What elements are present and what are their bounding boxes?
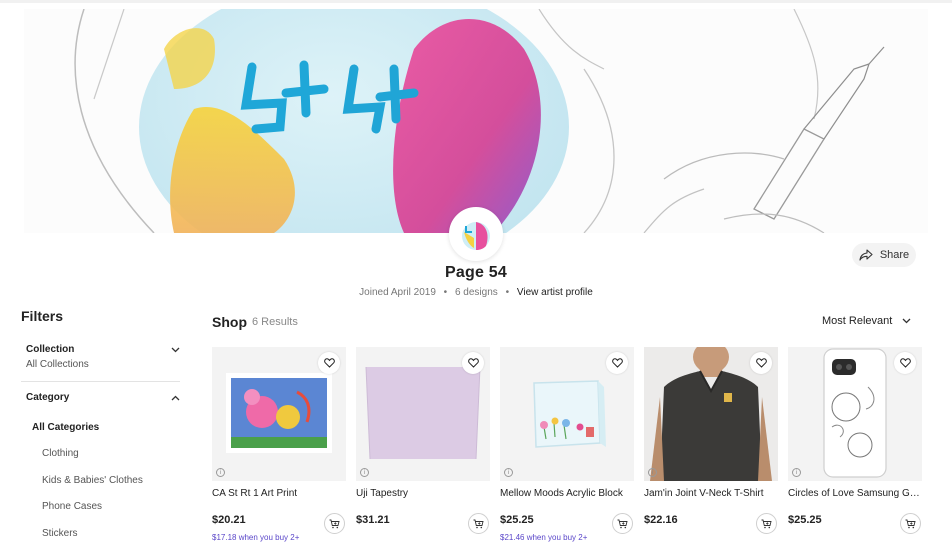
product-title[interactable]: Uji Tapestry [356, 488, 490, 499]
profile-banner [24, 9, 928, 233]
share-arrow-icon [859, 249, 873, 261]
heart-icon [467, 358, 479, 368]
share-label: Share [879, 249, 910, 261]
results-count: 6 Results [252, 316, 298, 328]
category-item-stickers[interactable]: Stickers [42, 528, 78, 539]
favorite-button[interactable] [462, 352, 484, 374]
product-image[interactable]: i [500, 347, 634, 481]
chevron-down-icon [171, 347, 180, 352]
joined-date: Joined April 2019 [359, 287, 436, 298]
chevron-down-icon [902, 318, 911, 324]
artist-name: Page 54 [445, 264, 507, 281]
category-item-kids-babies[interactable]: Kids & Babies' Clothes [42, 475, 143, 486]
separator-dot: • [505, 287, 510, 298]
product-image[interactable]: i [644, 347, 778, 481]
sort-dropdown[interactable]: Most Relevant [822, 315, 911, 327]
design-count: 6 designs [454, 287, 498, 298]
product-title[interactable]: Jam'in Joint V-Neck T-Shirt [644, 488, 778, 499]
product-price: $22.16 [644, 514, 678, 526]
info-icon[interactable]: i [792, 468, 801, 477]
product-price: $25.25 [500, 514, 534, 526]
heart-icon [899, 358, 911, 368]
collection-filter-toggle[interactable]: Collection [26, 344, 180, 355]
product-image[interactable]: i [212, 347, 346, 481]
filter-divider [21, 381, 180, 382]
add-to-cart-button[interactable] [612, 513, 633, 534]
category-filter-label: Category [26, 392, 70, 403]
add-to-cart-button[interactable] [900, 513, 921, 534]
product-title[interactable]: Circles of Love Samsung Galaxy Phone Cas… [788, 488, 922, 499]
cart-plus-icon [329, 519, 340, 528]
artist-avatar[interactable] [449, 207, 503, 261]
info-icon[interactable]: i [504, 468, 513, 477]
heart-icon [323, 358, 335, 368]
separator-dot: • [443, 287, 448, 298]
favorite-button[interactable] [606, 352, 628, 374]
product-price: $20.21 [212, 514, 246, 526]
product-title[interactable]: Mellow Moods Acrylic Block [500, 488, 634, 499]
product-card[interactable]: i Jam'in Joint V-Neck T-Shirt $22.16 [644, 347, 778, 546]
heart-icon [611, 358, 623, 368]
product-price: $25.25 [788, 514, 822, 526]
filters-heading: Filters [21, 308, 64, 324]
artist-meta: Joined April 2019 • 6 designs • View art… [0, 287, 952, 298]
view-artist-profile-link[interactable]: View artist profile [517, 287, 593, 298]
collection-filter-label: Collection [26, 344, 75, 355]
product-card[interactable]: i Mellow Moods Acrylic Block $25.25 $21.… [500, 347, 634, 546]
product-title[interactable]: CA St Rt 1 Art Print [212, 488, 346, 499]
add-to-cart-button[interactable] [468, 513, 489, 534]
heart-icon [755, 358, 767, 368]
favorite-button[interactable] [318, 352, 340, 374]
product-image[interactable]: i [788, 347, 922, 481]
cart-plus-icon [905, 519, 916, 528]
favorite-button[interactable] [750, 352, 772, 374]
product-card[interactable]: i CA St Rt 1 Art Print $20.21 $17.18 whe… [212, 347, 346, 546]
cart-plus-icon [761, 519, 772, 528]
shop-heading: Shop [212, 314, 247, 330]
product-card[interactable]: i Circles of Love Samsung Galaxy Phone C… [788, 347, 922, 546]
product-image[interactable]: i [356, 347, 490, 481]
category-item-phone-cases[interactable]: Phone Cases [42, 501, 102, 512]
info-icon[interactable]: i [216, 468, 225, 477]
cart-plus-icon [617, 519, 628, 528]
top-border [0, 0, 952, 3]
add-to-cart-button[interactable] [324, 513, 345, 534]
bulk-price-promo: $21.46 when you buy 2+ [500, 533, 588, 542]
info-icon[interactable]: i [360, 468, 369, 477]
product-price: $31.21 [356, 514, 390, 526]
category-item-all[interactable]: All Categories [32, 422, 99, 433]
add-to-cart-button[interactable] [756, 513, 777, 534]
cart-plus-icon [473, 519, 484, 528]
product-card[interactable]: i Uji Tapestry $31.21 [356, 347, 490, 546]
info-icon[interactable]: i [648, 468, 657, 477]
category-filter-toggle[interactable]: Category [26, 392, 180, 403]
favorite-button[interactable] [894, 352, 916, 374]
bulk-price-promo: $17.18 when you buy 2+ [212, 533, 300, 542]
collection-filter: Collection All Collections [26, 344, 180, 370]
chevron-up-icon [171, 395, 180, 400]
sort-label: Most Relevant [822, 315, 893, 327]
category-filter: Category [26, 392, 180, 403]
category-item-clothing[interactable]: Clothing [42, 448, 79, 459]
collection-filter-value[interactable]: All Collections [26, 359, 180, 370]
